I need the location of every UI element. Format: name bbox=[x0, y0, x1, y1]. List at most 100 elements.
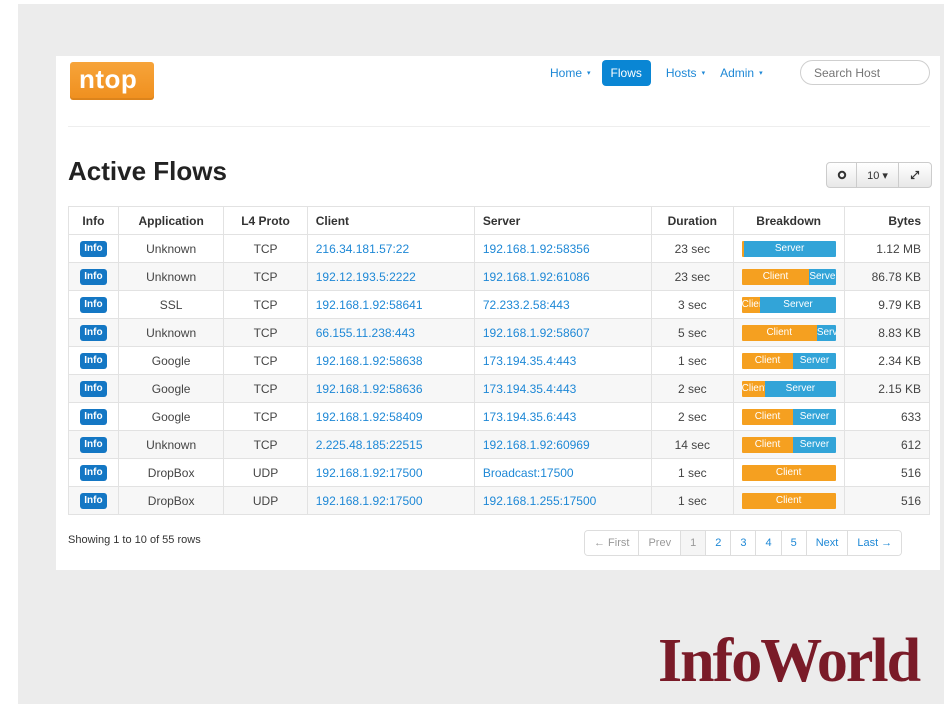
info-cell: Info bbox=[68, 458, 119, 487]
client-link[interactable]: 192.12.193.5:2222 bbox=[306, 262, 475, 291]
info-cell: Info bbox=[68, 430, 119, 459]
server-link[interactable]: 173.194.35.4:443 bbox=[473, 374, 652, 403]
server-link[interactable]: 72.233.2.58:443 bbox=[473, 290, 652, 319]
client-link[interactable]: 192.168.1.92:17500 bbox=[306, 458, 475, 487]
duration-cell: 23 sec bbox=[650, 234, 734, 263]
pager-prev[interactable]: Prev bbox=[639, 531, 682, 555]
ntop-logo[interactable]: ntop bbox=[70, 62, 154, 100]
info-button[interactable]: Info bbox=[80, 297, 107, 313]
infoworld-watermark: InfoWorld bbox=[658, 627, 921, 695]
bytes-cell: 516 bbox=[843, 486, 931, 515]
server-link[interactable]: 192.168.1.92:60969 bbox=[473, 430, 652, 459]
client-segment: Client bbox=[741, 324, 817, 341]
settings-button[interactable] bbox=[827, 163, 857, 187]
info-button[interactable]: Info bbox=[80, 269, 107, 285]
info-button[interactable]: Info bbox=[80, 437, 107, 453]
pager-page-4[interactable]: 4 bbox=[756, 531, 782, 555]
col-client[interactable]: Client bbox=[306, 206, 475, 235]
breakdown-bar: Client bbox=[741, 464, 836, 481]
info-button[interactable]: Info bbox=[80, 465, 107, 481]
server-link[interactable]: 192.168.1.92:58356 bbox=[473, 234, 652, 263]
server-link[interactable]: 173.194.35.6:443 bbox=[473, 402, 652, 431]
pager-last[interactable]: Last → bbox=[848, 531, 902, 555]
col-application[interactable]: Application bbox=[117, 206, 225, 235]
col-duration[interactable]: Duration bbox=[650, 206, 734, 235]
info-button[interactable]: Info bbox=[80, 353, 107, 369]
server-link[interactable]: 173.194.35.4:443 bbox=[473, 346, 652, 375]
application-cell: DropBox bbox=[117, 486, 225, 515]
l4proto-cell: TCP bbox=[223, 290, 308, 319]
table-row: Info Unknown TCP 2.225.48.185:22515 192.168.… bbox=[68, 430, 931, 459]
nav-flows[interactable]: Flows bbox=[601, 60, 651, 86]
app-card: ntop Home ▾ Flows Hosts ▾ Admin ▾ Active… bbox=[56, 56, 940, 570]
breakdown-cell: ClientServer bbox=[732, 290, 845, 319]
col-breakdown[interactable]: Breakdown bbox=[732, 206, 845, 235]
nav-home[interactable]: Home ▾ bbox=[550, 60, 591, 86]
page-size-select[interactable]: 10 ▾ bbox=[857, 163, 899, 187]
breakdown-cell: ClientServer bbox=[732, 262, 845, 291]
application-cell: SSL bbox=[117, 290, 225, 319]
server-link[interactable]: 192.168.1.92:61086 bbox=[473, 262, 652, 291]
bytes-cell: 1.12 MB bbox=[843, 234, 931, 263]
pager-first[interactable]: ← First bbox=[585, 531, 640, 555]
expand-button[interactable] bbox=[899, 163, 931, 187]
server-link[interactable]: Broadcast:17500 bbox=[473, 458, 652, 487]
col-l4proto[interactable]: L4 Proto bbox=[223, 206, 308, 235]
nav-hosts-label: Hosts bbox=[665, 66, 697, 80]
server-segment: Server bbox=[793, 408, 836, 425]
pager-page-5[interactable]: 5 bbox=[781, 531, 807, 555]
pager-page-1[interactable]: 1 bbox=[681, 531, 707, 555]
breakdown-bar: ClientServer bbox=[741, 296, 836, 313]
info-cell: Info bbox=[68, 262, 119, 291]
pager-next[interactable]: Next bbox=[806, 531, 849, 555]
breakdown-cell: Client bbox=[732, 458, 845, 487]
server-link[interactable]: 192.168.1.255:17500 bbox=[473, 486, 652, 515]
search-host-input[interactable] bbox=[800, 60, 930, 85]
application-cell: DropBox bbox=[117, 458, 225, 487]
breakdown-bar: ClientServer bbox=[741, 352, 836, 369]
rows-summary: Showing 1 to 10 of 55 rows bbox=[68, 534, 201, 546]
duration-cell: 1 sec bbox=[650, 486, 734, 515]
breakdown-cell: ClientServer bbox=[732, 346, 845, 375]
client-link[interactable]: 192.168.1.92:58636 bbox=[306, 374, 475, 403]
table-toolbar: 10 ▾ bbox=[826, 162, 932, 188]
chevron-down-icon: ▾ bbox=[587, 70, 591, 77]
flows-table: Info Application L4 Proto Client Server … bbox=[68, 206, 931, 515]
pager-page-3[interactable]: 3 bbox=[731, 531, 757, 555]
client-link[interactable]: 192.168.1.92:17500 bbox=[306, 486, 475, 515]
nav-admin[interactable]: Admin ▾ bbox=[720, 60, 763, 86]
table-row: Info Google TCP 192.168.1.92:58638 173.194.3… bbox=[68, 346, 931, 375]
client-link[interactable]: 192.168.1.92:58409 bbox=[306, 402, 475, 431]
col-info[interactable]: Info bbox=[68, 206, 119, 235]
l4proto-cell: UDP bbox=[223, 486, 308, 515]
info-button[interactable]: Info bbox=[80, 493, 107, 509]
col-server[interactable]: Server bbox=[473, 206, 652, 235]
table-row: Info Google TCP 192.168.1.92:58636 173.194.3… bbox=[68, 374, 931, 403]
table-row: Info DropBox UDP 192.168.1.92:17500 Broadcas… bbox=[68, 458, 931, 487]
breakdown-bar: Server bbox=[741, 240, 836, 257]
client-segment: Client bbox=[741, 408, 794, 425]
info-button[interactable]: Info bbox=[80, 381, 107, 397]
info-button[interactable]: Info bbox=[80, 409, 107, 425]
info-button[interactable]: Info bbox=[80, 241, 107, 257]
nav-hosts[interactable]: Hosts ▾ bbox=[666, 60, 705, 86]
gear-icon bbox=[837, 170, 846, 180]
pager-page-2[interactable]: 2 bbox=[706, 531, 732, 555]
client-link[interactable]: 2.225.48.185:22515 bbox=[306, 430, 475, 459]
server-link[interactable]: 192.168.1.92:58607 bbox=[473, 318, 652, 347]
l4proto-cell: TCP bbox=[223, 234, 308, 263]
breakdown-bar: Client bbox=[741, 492, 836, 509]
table-row: Info Unknown TCP 192.12.193.5:2222 192.168.1… bbox=[68, 262, 931, 291]
info-cell: Info bbox=[68, 486, 119, 515]
l4proto-cell: TCP bbox=[223, 374, 308, 403]
info-button[interactable]: Info bbox=[80, 325, 107, 341]
table-row: Info Google TCP 192.168.1.92:58409 173.194.3… bbox=[68, 402, 931, 431]
client-link[interactable]: 66.155.11.238:443 bbox=[306, 318, 475, 347]
col-bytes[interactable]: Bytes bbox=[843, 206, 931, 235]
client-link[interactable]: 216.34.181.57:22 bbox=[306, 234, 475, 263]
l4proto-cell: TCP bbox=[223, 430, 308, 459]
client-link[interactable]: 192.168.1.92:58638 bbox=[306, 346, 475, 375]
server-segment: Server bbox=[816, 324, 836, 341]
flows-table-body: Info Unknown TCP 216.34.181.57:22 192.168.1.… bbox=[68, 234, 931, 515]
client-link[interactable]: 192.168.1.92:58641 bbox=[306, 290, 475, 319]
